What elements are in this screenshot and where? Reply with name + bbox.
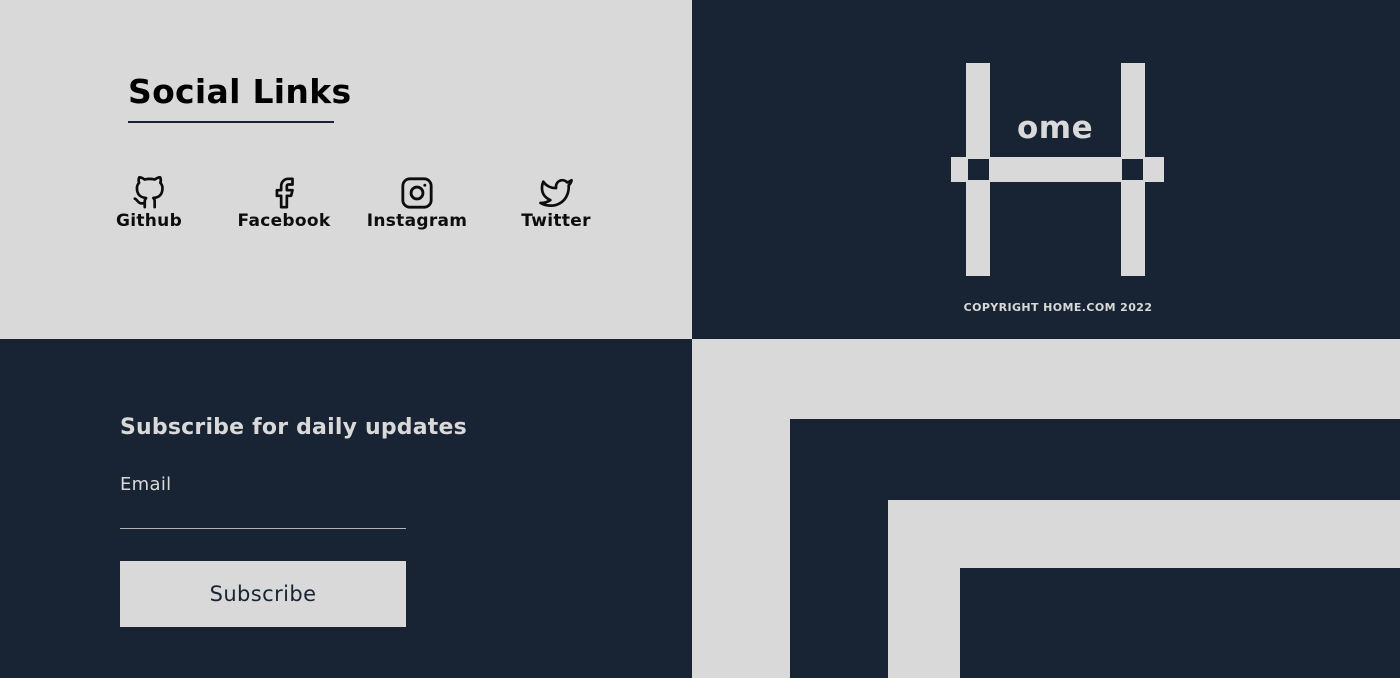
instagram-link[interactable]: Instagram <box>357 176 477 236</box>
facebook-icon <box>267 176 301 210</box>
twitter-link[interactable]: Twitter <box>496 176 616 236</box>
social-links-panel: Social Links Github Facebook Instagram T… <box>0 0 692 339</box>
subscribe-title: Subscribe for daily updates <box>120 415 467 440</box>
email-field[interactable] <box>120 499 406 529</box>
subscribe-button[interactable]: Subscribe <box>120 561 406 627</box>
logo-text: ome <box>1017 110 1094 146</box>
email-label: Email <box>120 474 172 495</box>
instagram-icon <box>400 176 434 210</box>
twitter-label: Twitter <box>521 211 591 231</box>
social-links-title: Social Links <box>128 72 352 111</box>
facebook-label: Facebook <box>237 211 331 231</box>
twitter-icon <box>539 176 573 210</box>
github-link[interactable]: Github <box>89 176 209 236</box>
instagram-label: Instagram <box>366 211 468 231</box>
decor-frame-inner <box>960 568 1400 678</box>
logo-panel: ome COPYRIGHT HOME.COM 2022 <box>692 0 1400 339</box>
copyright-text: COPYRIGHT HOME.COM 2022 <box>963 301 1153 314</box>
decorative-panel <box>692 339 1400 678</box>
title-underline <box>128 121 334 123</box>
subscribe-panel: Subscribe for daily updates Email Subscr… <box>0 339 692 678</box>
facebook-link[interactable]: Facebook <box>224 176 344 236</box>
logo-right-notch <box>1122 159 1143 180</box>
github-label: Github <box>115 211 183 231</box>
github-icon <box>132 176 166 210</box>
logo-left-notch <box>968 159 989 180</box>
